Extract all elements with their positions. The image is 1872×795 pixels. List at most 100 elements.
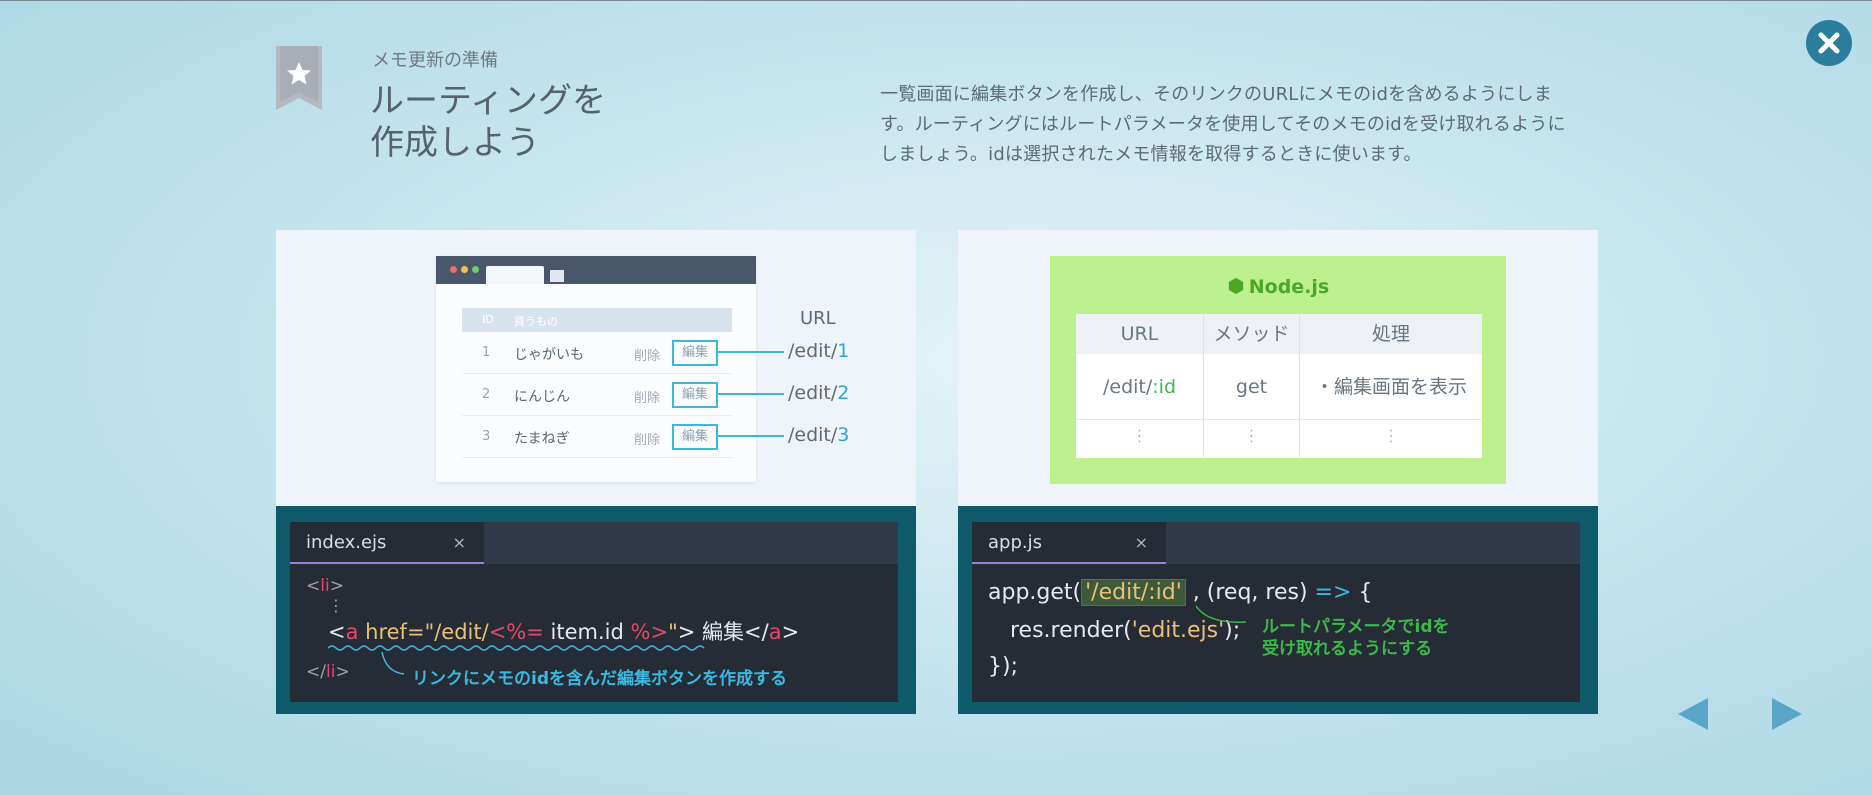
annotation-line: ルートパラメータでidを — [1262, 617, 1450, 637]
tab-label: app.js — [988, 532, 1042, 553]
editor-tabbar: index.ejs × — [290, 522, 898, 564]
code-token: => — [1314, 580, 1352, 605]
route-param: :id — [1152, 376, 1177, 398]
browser-mock-tab — [486, 266, 544, 284]
row-name: じゃがいも — [514, 347, 584, 363]
url-prefix: /edit/ — [788, 340, 838, 362]
code-token: item.id — [543, 620, 631, 644]
browser-mock-titlebar — [436, 256, 756, 284]
star-bookmark-icon — [276, 46, 322, 110]
edit-button[interactable]: 編集 — [672, 424, 718, 450]
code-token: %> — [630, 620, 669, 644]
lesson-subtitle: メモ更新の準備 — [372, 50, 498, 71]
edit-button[interactable]: 編集 — [672, 340, 718, 366]
code-token: a — [345, 620, 359, 644]
shopping-list-table: ID 買うもの 1 じゃがいも 削除 編集 2 にんじん 削除 編集 3 たまね… — [462, 308, 732, 458]
header-id: ID — [482, 313, 494, 326]
tab-close-icon[interactable]: × — [453, 533, 466, 552]
ellipsis: ⋮ — [1076, 420, 1204, 458]
routing-table-row: /edit/:id get ・編集画面を表示 — [1076, 354, 1482, 420]
edit-url: /edit/3 — [788, 424, 849, 446]
url-prefix: /edit/ — [788, 382, 838, 404]
url-id: 1 — [837, 340, 850, 362]
delete-button[interactable]: 削除 — [634, 387, 660, 406]
delete-button[interactable]: 削除 — [634, 345, 660, 364]
code-token: app.get( — [988, 580, 1082, 605]
tab-index-ejs[interactable]: index.ejs × — [290, 522, 484, 564]
url-prefix: /edit/ — [788, 424, 838, 446]
tab-label: index.ejs — [306, 532, 387, 553]
index-ejs-editor-frame: index.ejs × <li> ⋮ <a href="/edit/<%= it… — [276, 506, 916, 714]
code-token: > — [781, 620, 800, 644]
route-url: /edit/:id — [1076, 354, 1204, 420]
url-id: 3 — [837, 424, 850, 446]
routing-table: URL メソッド 処理 /edit/:id get ・編集画面を表示 ⋮ ⋮ ⋮ — [1076, 314, 1482, 458]
ellipsis: ⋮ — [1300, 420, 1482, 458]
close-dot-icon — [450, 266, 457, 273]
browser-mock: ID 買うもの 1 じゃがいも 削除 編集 2 にんじん 削除 編集 3 たまね… — [436, 256, 756, 482]
top-border — [0, 0, 1872, 1]
route-method: get — [1204, 354, 1300, 420]
maximize-dot-icon — [472, 266, 479, 273]
code-line: </li> — [306, 662, 350, 682]
tab-close-icon[interactable]: × — [1135, 533, 1148, 552]
tab-app-js[interactable]: app.js × — [972, 522, 1166, 564]
connector-line — [716, 393, 784, 395]
code-token: href= — [358, 620, 425, 644]
header-action: 処理 — [1300, 314, 1482, 354]
lesson-description: 一覧画面に編集ボタンを作成し、そのリンクのURLにメモのidを含めるようにします… — [880, 84, 1566, 165]
code-token: "/edit/ — [424, 620, 489, 644]
edit-button[interactable]: 編集 — [672, 382, 718, 408]
row-id: 1 — [482, 345, 491, 360]
connector-line — [716, 351, 784, 353]
code-annotation: ルートパラメータでidを 受け取れるようにする — [1262, 616, 1450, 660]
code-editor: app.js × app.get('/edit/:id' , (req, res… — [972, 522, 1580, 702]
edit-url: /edit/2 — [788, 382, 849, 404]
url-label: URL — [800, 308, 836, 329]
delete-button[interactable]: 削除 — [634, 429, 660, 448]
ellipsis: ⋮ — [1204, 420, 1300, 458]
nodejs-hexagon-icon — [1228, 277, 1243, 295]
annotation-pointer — [1195, 605, 1247, 623]
title-line-2: 作成しよう — [370, 123, 540, 163]
code-line: app.get('/edit/:id' , (req, res) => { — [988, 579, 1373, 606]
header-url: URL — [1076, 314, 1204, 354]
code-token: > — [329, 576, 344, 596]
browser-mock-new-tab — [550, 270, 564, 282]
previous-arrow-icon[interactable] — [1674, 694, 1714, 734]
next-arrow-icon[interactable] — [1766, 694, 1806, 734]
header-method: メソッド — [1204, 314, 1300, 354]
nodejs-box: Node.js URL メソッド 処理 /edit/:id get ・編集画面を… — [1050, 256, 1506, 484]
code-token: > — [335, 662, 350, 682]
code-token: res.render( — [1010, 618, 1132, 643]
annotation-line: 受け取れるようにする — [1262, 639, 1433, 659]
route-url-prefix: /edit/ — [1102, 376, 1153, 398]
code-token: , (req, res) — [1185, 580, 1315, 605]
code-line: <a href="/edit/<%= item.id %>"> 編集</a> — [328, 616, 799, 646]
code-token: < — [328, 620, 346, 644]
code-token-highlight: '/edit/:id' — [1081, 579, 1186, 606]
code-token: < — [306, 576, 321, 596]
code-line: }); — [988, 654, 1018, 679]
browser-illustration-panel: ID 買うもの 1 じゃがいも 削除 編集 2 にんじん 削除 編集 3 たまね… — [276, 230, 916, 506]
connector-line — [716, 435, 784, 437]
row-name: たまねぎ — [514, 431, 570, 447]
annotation-pointer — [381, 651, 405, 675]
code-token: <%= — [488, 620, 544, 644]
close-button[interactable] — [1806, 20, 1852, 66]
code-line: <li> — [306, 576, 344, 596]
close-icon — [1818, 32, 1840, 54]
editor-tabbar: app.js × — [972, 522, 1580, 564]
code-token: { — [1351, 580, 1373, 605]
code-annotation: リンクにメモのidを含んだ編集ボタンを作成する — [412, 669, 787, 689]
table-row: 3 たまねぎ 削除 編集 — [462, 416, 732, 458]
table-row: 2 にんじん 削除 編集 — [462, 374, 732, 416]
row-name: にんじん — [514, 389, 570, 405]
title-line-1: ルーティングを — [370, 81, 606, 121]
table-header: ID 買うもの — [462, 308, 732, 332]
nodejs-title-text: Node.js — [1248, 276, 1330, 298]
row-id: 3 — [482, 429, 491, 444]
app-js-editor-frame: app.js × app.get('/edit/:id' , (req, res… — [958, 506, 1598, 714]
row-id: 2 — [482, 387, 491, 402]
edit-url: /edit/1 — [788, 340, 849, 362]
